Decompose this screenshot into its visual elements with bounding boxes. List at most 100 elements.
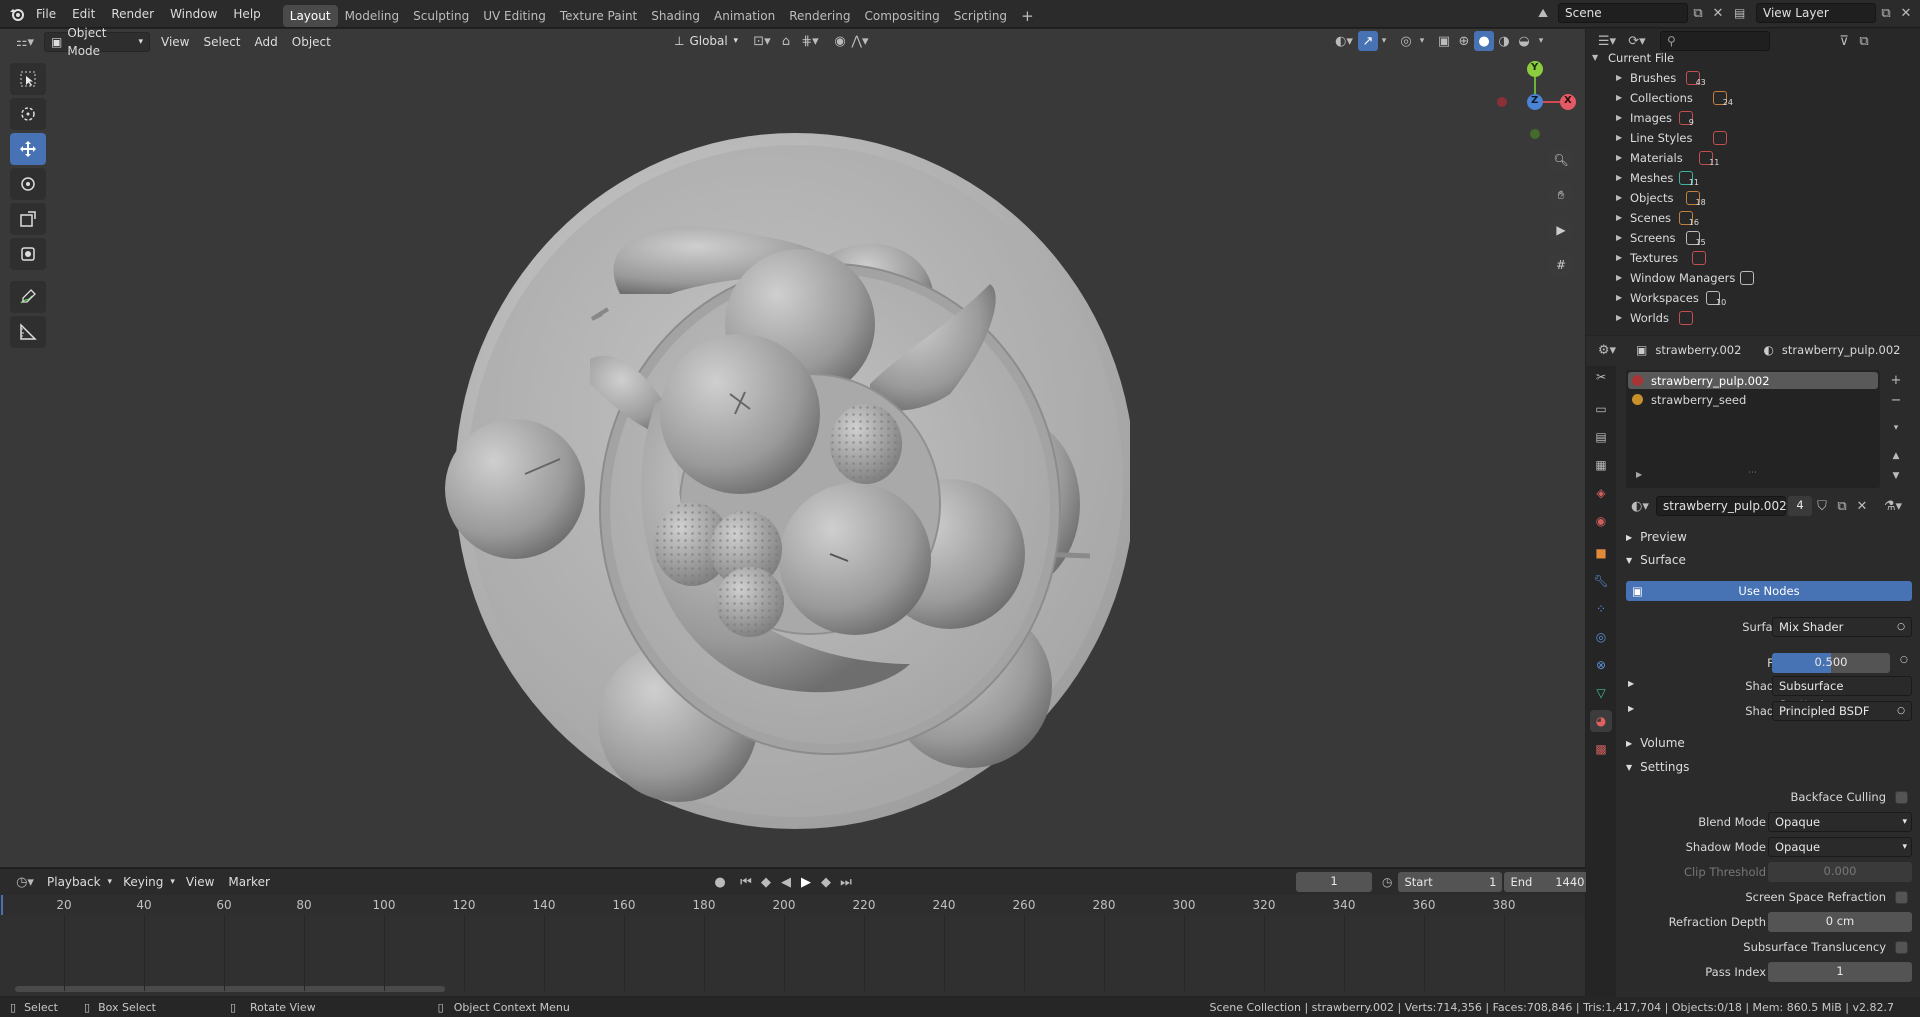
select-box-tool-icon[interactable] bbox=[10, 63, 46, 95]
outliner-item-screens[interactable]: ▶ Screens 15 bbox=[1586, 228, 1920, 248]
gizmo-dropdown-icon[interactable]: ▾ bbox=[1378, 31, 1390, 51]
outliner-item-meshes[interactable]: ▶ Meshes 11 bbox=[1586, 168, 1920, 188]
playhead[interactable] bbox=[1, 895, 3, 915]
start-frame-field[interactable]: Start 1 bbox=[1398, 872, 1503, 892]
move-slot-down-icon[interactable]: ▼ bbox=[1886, 466, 1906, 486]
shader2-expand-icon[interactable]: ▶ bbox=[1628, 704, 1634, 713]
output-tab-icon[interactable]: ▤ bbox=[1590, 426, 1612, 448]
jump-start-icon[interactable]: ⏮ bbox=[736, 872, 756, 892]
orientation-dropdown[interactable]: ⊥ Global ▾ bbox=[668, 31, 744, 51]
remove-scene-icon[interactable]: ✕ bbox=[1708, 3, 1728, 23]
physics-tab-icon[interactable]: ◎ bbox=[1590, 626, 1612, 648]
timeline-menu-marker[interactable]: Marker bbox=[221, 872, 276, 892]
xray-icon[interactable]: ▣ bbox=[1434, 31, 1454, 51]
add-workspace-button[interactable]: + bbox=[1014, 5, 1041, 27]
snap-target-icon[interactable]: ⋕▾ bbox=[796, 31, 824, 51]
timeline-menu-view[interactable]: View bbox=[179, 872, 221, 892]
outliner-item-worlds[interactable]: ▶ Worlds bbox=[1586, 308, 1920, 328]
texture-tab-icon[interactable]: ▩ bbox=[1590, 738, 1612, 760]
world-tab-icon[interactable]: ◉ bbox=[1590, 510, 1612, 532]
timeline-menu-keying[interactable]: Keying bbox=[116, 872, 170, 892]
data-tab-icon[interactable]: ▽ bbox=[1590, 682, 1612, 704]
shader1-dropdown[interactable]: Subsurface Scattering ○ bbox=[1772, 676, 1912, 712]
outliner-item-scenes[interactable]: ▶ Scenes 16 bbox=[1586, 208, 1920, 228]
sss-translucency-checkbox[interactable] bbox=[1895, 941, 1908, 954]
proportional-edit-icon[interactable]: ◉ bbox=[830, 31, 850, 51]
list-expand-icon[interactable]: ▶ bbox=[1636, 470, 1642, 479]
mode-dropdown[interactable]: ▣ Object Mode ▾ bbox=[44, 26, 150, 58]
outliner-root[interactable]: ▼ Current File bbox=[1586, 48, 1920, 68]
visibility-icon[interactable]: ◐▾ bbox=[1330, 31, 1358, 51]
ortho-grid-icon[interactable]: # bbox=[1548, 252, 1574, 278]
outliner-item-materials[interactable]: ▶ Materials 11 bbox=[1586, 148, 1920, 168]
material-shading-icon[interactable]: ◑ bbox=[1494, 31, 1514, 51]
fac-slider[interactable]: 0.500 bbox=[1772, 653, 1890, 673]
outliner[interactable]: ☰▾ ⟳▾ ⚲ ⊽ ⧉ ▼ Current File ▶ Brushes 43 ▶ Co… bbox=[1586, 29, 1920, 335]
shading-dropdown-icon[interactable]: ▾ bbox=[1534, 31, 1548, 51]
outliner-item-window-managers[interactable]: ▶ Window Managers bbox=[1586, 268, 1920, 288]
zoom-icon[interactable]: 🔍︎ bbox=[1548, 147, 1574, 173]
end-frame-field[interactable]: End 1440 bbox=[1504, 872, 1591, 892]
menu-help[interactable]: Help bbox=[225, 0, 268, 28]
tab-animation[interactable]: Animation bbox=[707, 5, 782, 27]
backface-culling-checkbox[interactable] bbox=[1895, 791, 1908, 804]
browse-material-icon[interactable]: ◐▾ bbox=[1626, 496, 1654, 516]
menu-window[interactable]: Window bbox=[162, 0, 225, 28]
object-tab-icon[interactable]: ■ bbox=[1590, 542, 1612, 564]
outliner-item-brushes[interactable]: ▶ Brushes 43 bbox=[1586, 68, 1920, 88]
viewport-menu-add[interactable]: Add bbox=[248, 32, 285, 52]
modifier-tab-icon[interactable]: 🔧︎ bbox=[1590, 570, 1612, 592]
view-layer-field[interactable]: View Layer bbox=[1756, 3, 1876, 23]
transform-tool-icon[interactable] bbox=[10, 238, 46, 270]
material-slot-list[interactable]: strawberry_pulp.002 strawberry_seed ▶ ⋯ bbox=[1626, 370, 1880, 488]
navigation-gizmo[interactable]: X Y Z bbox=[1490, 55, 1580, 145]
timeline-editor[interactable]: ◷▾ Playback ▾ Keying ▾ View Marker ● ⏮ ◆… bbox=[0, 868, 1591, 996]
measure-tool-icon[interactable] bbox=[10, 316, 46, 348]
outliner-item-collections[interactable]: ▶ Collections 24 bbox=[1586, 88, 1920, 108]
rotate-tool-icon[interactable] bbox=[10, 168, 46, 200]
new-scene-icon[interactable]: ⧉ bbox=[1688, 3, 1708, 23]
slot-item-2[interactable]: strawberry_seed bbox=[1628, 391, 1878, 408]
wireframe-shading-icon[interactable]: ⊕ bbox=[1454, 31, 1474, 51]
tab-uv-editing[interactable]: UV Editing bbox=[476, 5, 553, 27]
clip-threshold-field[interactable]: 0.000 bbox=[1768, 862, 1912, 882]
outliner-item-textures[interactable]: ▶ Textures bbox=[1586, 248, 1920, 268]
play-reverse-icon[interactable]: ◀ bbox=[776, 872, 796, 892]
refraction-depth-field[interactable]: 0 cm bbox=[1768, 912, 1912, 932]
panel-surface[interactable]: ▼ Surface bbox=[1626, 553, 1686, 567]
play-icon[interactable]: ▶ bbox=[796, 872, 816, 892]
remove-slot-icon[interactable]: − bbox=[1886, 390, 1906, 410]
fac-socket-icon[interactable]: ○ bbox=[1900, 655, 1908, 665]
scene-tab-icon[interactable]: ◈ bbox=[1590, 482, 1612, 504]
panel-preview[interactable]: ▶ Preview bbox=[1626, 530, 1687, 544]
tab-modeling[interactable]: Modeling bbox=[338, 5, 407, 27]
remove-view-layer-icon[interactable]: ✕ bbox=[1896, 3, 1916, 23]
tool-tab-icon[interactable]: ✂ bbox=[1590, 366, 1612, 388]
properties-editor-type-icon[interactable]: ⚙▾ bbox=[1592, 340, 1622, 360]
overlays-dropdown-icon[interactable]: ▾ bbox=[1416, 31, 1428, 51]
fake-user-shield-icon[interactable]: ⛉ bbox=[1812, 496, 1832, 516]
falloff-icon[interactable]: ⋀▾ bbox=[850, 31, 870, 51]
move-slot-up-icon[interactable]: ▲ bbox=[1886, 446, 1906, 466]
list-resize-handle-icon[interactable]: ⋯ bbox=[1748, 468, 1757, 478]
view-layer-tab-icon[interactable]: ▦ bbox=[1590, 454, 1612, 476]
shadow-mode-dropdown[interactable]: Opaque ▾ bbox=[1768, 837, 1912, 857]
constraints-tab-icon[interactable]: ⊗ bbox=[1590, 654, 1612, 676]
tab-rendering[interactable]: Rendering bbox=[782, 5, 857, 27]
use-nodes-button[interactable]: ▣ Use Nodes bbox=[1626, 581, 1912, 601]
blend-mode-dropdown[interactable]: Opaque ▾ bbox=[1768, 812, 1912, 832]
frame-ruler[interactable]: 20 40 60 80 100 120 140 160 180 200 220 240 260 280 30… bbox=[0, 895, 1585, 915]
camera-view-icon[interactable]: ▶ bbox=[1548, 217, 1574, 243]
outliner-item-objects[interactable]: ▶ Objects 18 bbox=[1586, 188, 1920, 208]
add-slot-icon[interactable]: + bbox=[1886, 370, 1906, 390]
rendered-shading-icon[interactable]: ◒ bbox=[1514, 31, 1534, 51]
overlays-icon[interactable]: ◎ bbox=[1396, 31, 1416, 51]
viewport-menu-object[interactable]: Object bbox=[285, 32, 338, 52]
cursor-tool-icon[interactable] bbox=[10, 98, 46, 130]
editor-type-icon[interactable]: ⚏▾ bbox=[10, 32, 40, 52]
outliner-item-line-styles[interactable]: ▶ Line Styles bbox=[1586, 128, 1920, 148]
3d-viewport[interactable]: ⚏▾ ▣ Object Mode ▾ View Select Add Objec… bbox=[0, 26, 1585, 867]
node-filter-icon[interactable]: ⚗▾ bbox=[1880, 496, 1906, 516]
tab-scripting[interactable]: Scripting bbox=[947, 5, 1014, 27]
pivot-icon[interactable]: ⊡▾ bbox=[748, 31, 776, 51]
